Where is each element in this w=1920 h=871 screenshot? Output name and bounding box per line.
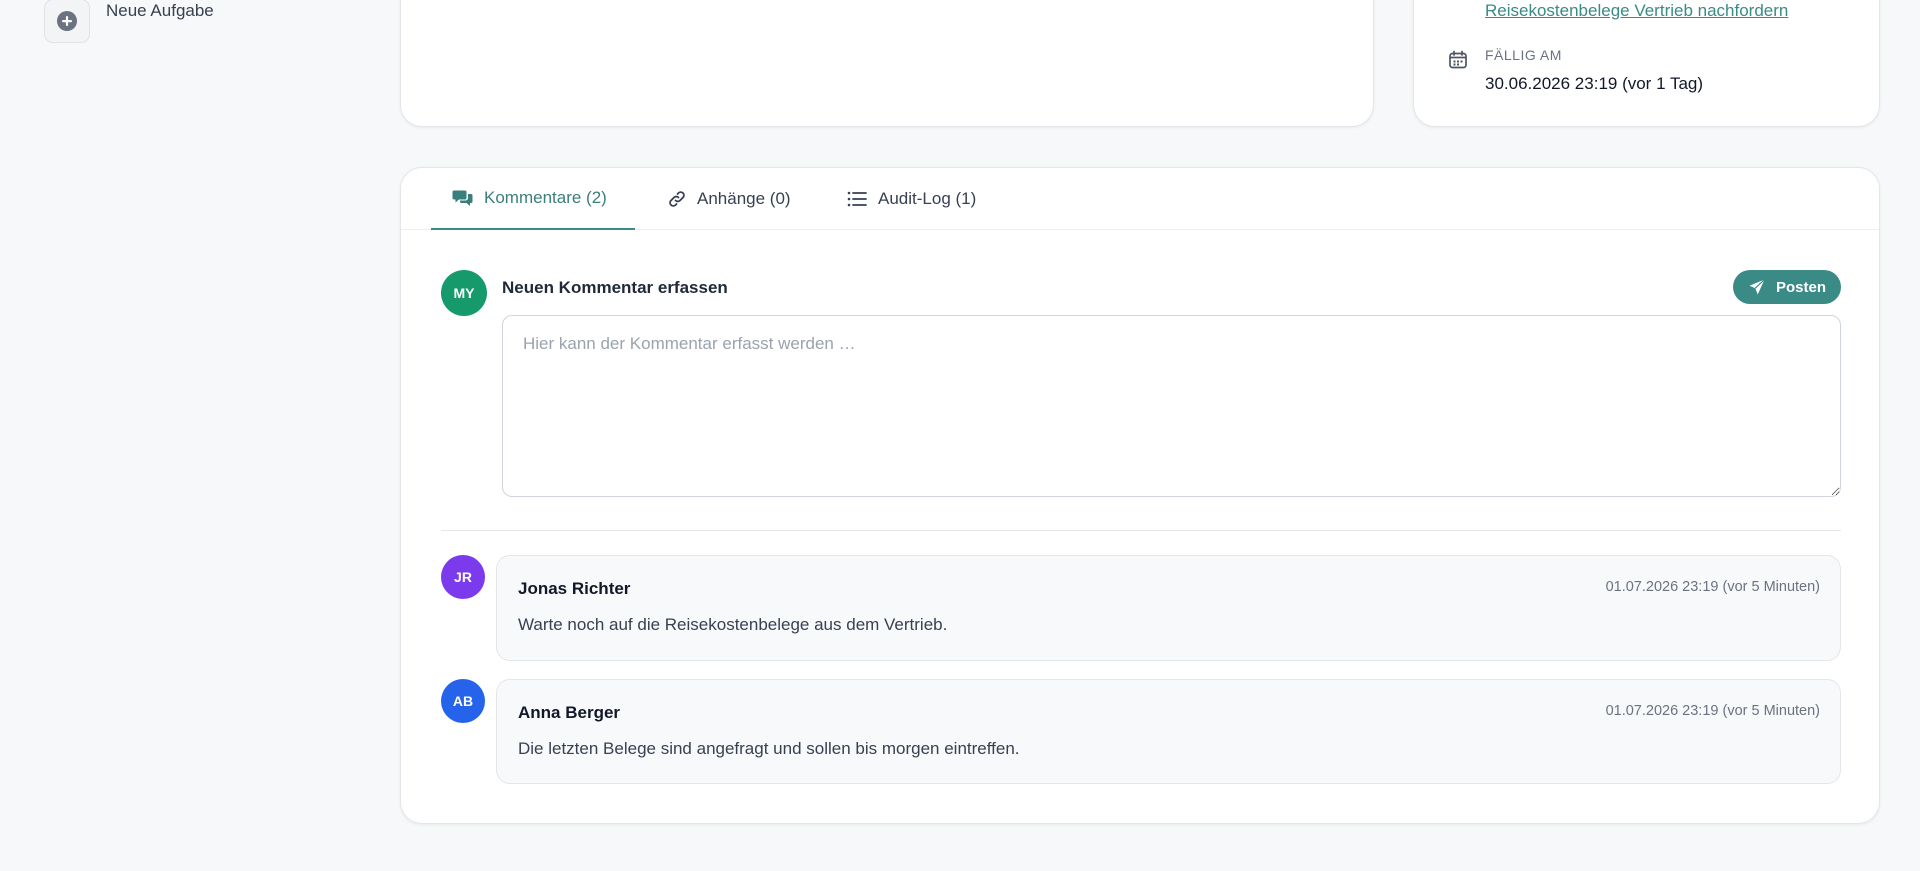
new-comment-title: Neuen Kommentar erfassen: [502, 278, 728, 297]
tab-attachments[interactable]: Anhänge (0): [667, 168, 791, 230]
comment-author: Anna Berger: [518, 703, 621, 722]
comment-timestamp: 01.07.2026 23:19 (vor 5 Minuten): [1605, 579, 1820, 595]
tab-comments-label: Kommentare (2): [484, 188, 607, 207]
avatar: AB: [441, 679, 485, 723]
comment-timestamp: 01.07.2026 23:19 (vor 5 Minuten): [1605, 703, 1820, 719]
tab-audit-log-label: Audit-Log (1): [878, 189, 977, 208]
activity-card: Kommentare (2) Anhänge (0) Audit-Log (1)…: [400, 167, 1880, 824]
due-date-value: 30.06.2026 23:19 (vor 1 Tag): [1485, 74, 1704, 93]
tab-attachments-label: Anhänge (0): [697, 189, 791, 208]
plus-circle-icon: [57, 11, 77, 31]
send-icon: [1749, 279, 1765, 295]
task-description-card: [400, 0, 1374, 127]
sidebar-item-label: Neue Aufgabe: [106, 1, 214, 20]
comment-input[interactable]: [502, 315, 1841, 497]
tab-audit-log[interactable]: Audit-Log (1): [846, 168, 976, 230]
comment-item: Jonas Richter 01.07.2026 23:19 (vor 5 Mi…: [496, 555, 1841, 661]
comment-text: Warte noch auf die Reisekostenbelege aus…: [518, 615, 948, 634]
post-comment-button[interactable]: Posten: [1733, 270, 1841, 304]
due-date-label: FÄLLIG AM: [1485, 47, 1562, 63]
post-comment-label: Posten: [1775, 278, 1826, 296]
tab-comments[interactable]: Kommentare (2): [431, 168, 635, 230]
comment-item: Anna Berger 01.07.2026 23:19 (vor 5 Minu…: [496, 679, 1841, 784]
calendar-icon: [1449, 50, 1467, 69]
list-icon: [847, 191, 867, 207]
comments-icon: [452, 190, 473, 206]
comment-author: Jonas Richter: [518, 579, 631, 598]
comment-text: Die letzten Belege sind angefragt und so…: [518, 739, 1020, 758]
divider: [441, 530, 1841, 531]
avatar-current-user: MY: [441, 270, 487, 316]
sidebar-item-new-task[interactable]: Neue Aufgabe: [44, 0, 214, 44]
task-details-card: Reisekostenbelege Vertrieb nachfordern F…: [1413, 0, 1880, 127]
avatar: JR: [441, 555, 485, 599]
related-task-link[interactable]: Reisekostenbelege Vertrieb nachfordern: [1485, 1, 1788, 21]
new-task-button[interactable]: [44, 0, 90, 43]
activity-tabs: Kommentare (2) Anhänge (0) Audit-Log (1): [401, 168, 1879, 230]
link-icon: [669, 191, 685, 207]
